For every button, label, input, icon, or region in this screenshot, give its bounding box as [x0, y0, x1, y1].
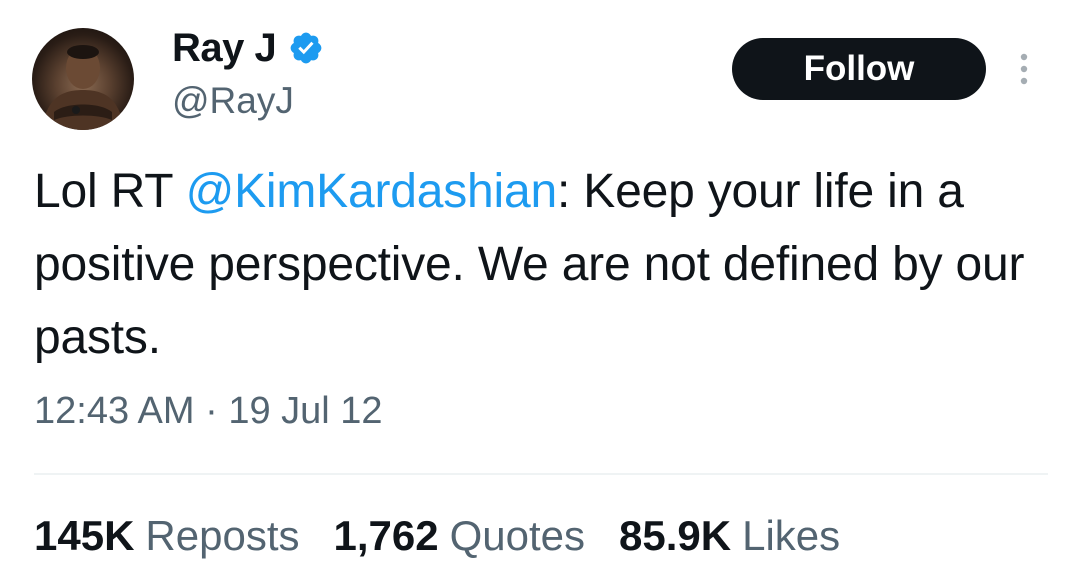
follow-button[interactable]: Follow: [732, 38, 986, 100]
reposts-label: Reposts: [145, 512, 300, 559]
tweet-date: 19 Jul 12: [228, 390, 383, 432]
author-name-row: Ray J: [172, 24, 324, 72]
likes-label: Likes: [742, 512, 841, 559]
quotes-stat[interactable]: 1,762 Quotes: [333, 512, 585, 560]
likes-count: 85.9K: [619, 512, 732, 559]
timestamp-separator: ·: [205, 390, 218, 432]
avatar-photo-icon: [42, 45, 124, 130]
reposts-count: 145K: [34, 512, 135, 559]
tweet-timestamp[interactable]: 12:43 AM · 19 Jul 12: [34, 390, 383, 433]
divider: [34, 473, 1048, 475]
author-handle[interactable]: @RayJ: [172, 80, 294, 122]
author-display-name[interactable]: Ray J: [172, 26, 277, 71]
tweet-text: Lol RT @KimKardashian: Keep your life in…: [34, 155, 1044, 374]
tweet-text-prefix: Lol RT: [34, 165, 186, 218]
quotes-label: Quotes: [449, 512, 586, 559]
likes-stat[interactable]: 85.9K Likes: [619, 512, 840, 560]
tweet-time: 12:43 AM: [34, 390, 195, 432]
more-vertical-icon[interactable]: [1011, 49, 1037, 89]
quotes-count: 1,762: [333, 512, 439, 559]
engagement-stats: 145K Reposts 1,762 Quotes 85.9K Likes: [34, 512, 874, 560]
mention-link[interactable]: @KimKardashian: [186, 165, 558, 218]
reposts-stat[interactable]: 145K Reposts: [34, 512, 299, 560]
tweet-card: Ray J @RayJ Follow Lol RT @KimKardashian…: [0, 0, 1080, 580]
avatar[interactable]: [32, 28, 134, 130]
verified-badge-icon[interactable]: [288, 30, 324, 66]
